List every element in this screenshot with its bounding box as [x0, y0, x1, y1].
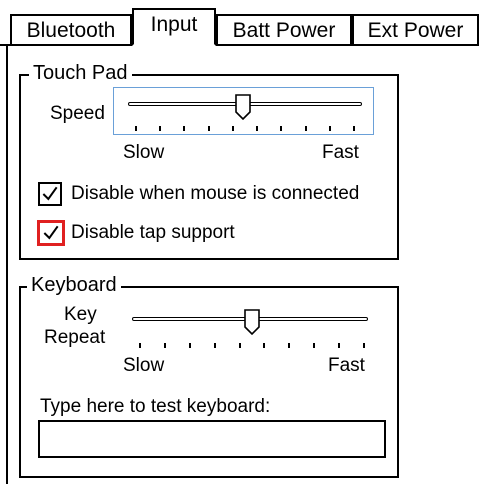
slider-tick: [304, 126, 307, 131]
slider-tick: [353, 126, 355, 131]
key-repeat-label-line2: Repeat: [44, 327, 106, 348]
slider-tick: [231, 126, 234, 131]
key-repeat-slider-thumb[interactable]: [244, 309, 260, 335]
speed-fast-label: Fast: [322, 142, 359, 163]
tab-bar: Bluetooth Input Batt Power Ext Power: [0, 0, 479, 46]
slider-tick: [188, 343, 191, 348]
speed-slow-label: Slow: [123, 142, 165, 163]
slider-tick: [238, 343, 241, 348]
slider-tick: [280, 126, 283, 131]
slider-tick: [207, 126, 210, 131]
disable-mouse-checkbox[interactable]: [38, 182, 62, 206]
slider-tick: [338, 343, 341, 348]
disable-tap-checkbox[interactable]: [37, 220, 65, 246]
slider-tick: [139, 343, 141, 348]
tab-divider: [0, 44, 479, 46]
speed-slider[interactable]: [113, 87, 374, 135]
tab-ext-power[interactable]: Ext Power: [352, 14, 479, 44]
tab-batt-power[interactable]: Batt Power: [216, 14, 352, 44]
panel-border: [6, 44, 8, 484]
slider-tick: [183, 126, 186, 131]
touchpad-group-title: Touch Pad: [29, 62, 132, 84]
slider-tick: [163, 343, 166, 348]
slider-thumb-icon: [235, 94, 251, 120]
slider-tick: [288, 343, 291, 348]
speed-label: Speed: [50, 103, 105, 124]
slider-tick: [159, 126, 162, 131]
key-repeat-label-line1: Key: [64, 304, 97, 325]
checkmark-icon: [42, 186, 58, 201]
repeat-slow-label: Slow: [123, 355, 165, 376]
disable-mouse-label[interactable]: Disable when mouse is connected: [71, 183, 359, 205]
slider-tick: [328, 126, 331, 131]
keyboard-group-title: Keyboard: [27, 274, 121, 296]
slider-tick: [263, 343, 266, 348]
checkmark-icon: [43, 225, 59, 240]
tab-input[interactable]: Input: [132, 8, 216, 46]
repeat-fast-label: Fast: [328, 355, 365, 376]
slider-thumb-icon: [244, 309, 260, 335]
slider-tick: [135, 126, 137, 131]
speed-slider-thumb[interactable]: [235, 94, 251, 120]
disable-tap-label[interactable]: Disable tap support: [71, 222, 235, 244]
test-keyboard-input[interactable]: [38, 420, 386, 458]
slider-tick: [213, 343, 216, 348]
slider-tick: [313, 343, 316, 348]
key-repeat-slider[interactable]: [128, 300, 374, 352]
slider-tick: [363, 343, 365, 348]
slider-tick: [256, 126, 259, 131]
tab-bluetooth[interactable]: Bluetooth: [10, 14, 132, 44]
test-keyboard-label: Type here to test keyboard:: [40, 396, 271, 417]
